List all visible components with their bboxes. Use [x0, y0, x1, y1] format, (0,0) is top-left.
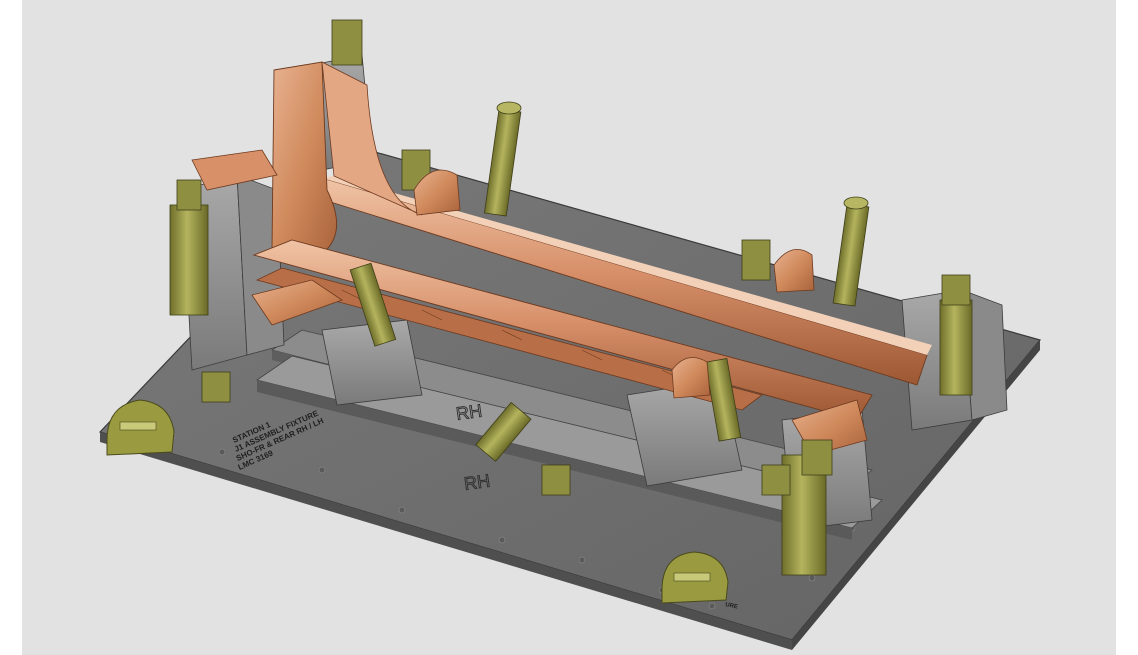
cad-viewport[interactable]: STATION 1 J1 ASSEMBLY FIXTURE SHO-FR & R…: [22, 0, 1116, 655]
fixture-side-label: RH: [455, 401, 484, 424]
fixture-render: STATION 1 J1 ASSEMBLY FIXTURE SHO-FR & R…: [98, 19, 1042, 650]
base-side-label: RH: [463, 471, 492, 494]
